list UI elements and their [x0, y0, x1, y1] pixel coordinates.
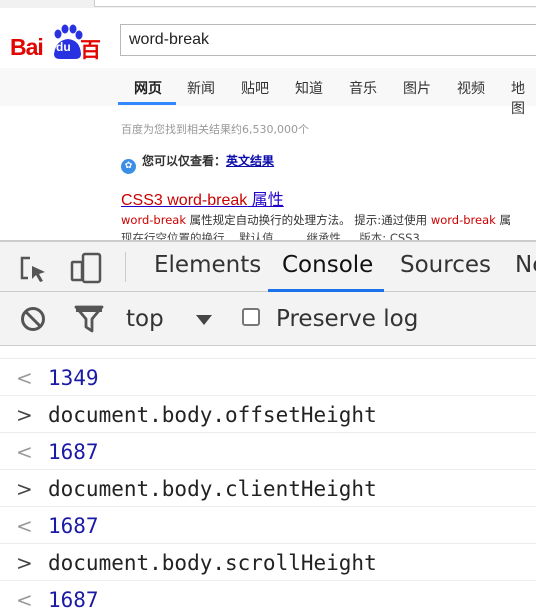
- filter-icon[interactable]: [74, 305, 104, 333]
- tab-tieba[interactable]: 贴吧: [241, 78, 269, 98]
- prompt-arrow-icon: >: [16, 477, 33, 501]
- logo-bai-text: Bai: [10, 34, 44, 60]
- console-input-row: > document.body.clientHeight: [0, 470, 536, 507]
- clear-console-icon[interactable]: [20, 306, 46, 332]
- tab-video[interactable]: 视频: [457, 78, 485, 98]
- console-result-row: < 1687: [0, 433, 536, 470]
- clipped-previous-line: [0, 346, 536, 359]
- result-value: 1687: [48, 440, 99, 464]
- console-input-row: > document.body.offsetHeight: [0, 396, 536, 433]
- console-output: < 1349 > document.body.offsetHeight < 16…: [0, 346, 536, 616]
- console-result-row: < 1687: [0, 507, 536, 544]
- desc-keyword: word-break: [121, 213, 186, 227]
- paw-info-icon: ✿: [121, 159, 136, 174]
- tab-console[interactable]: Console: [282, 252, 373, 278]
- result-title-rest: 属性: [247, 192, 284, 209]
- result-description-line2: 现在行空位置的换行... 默认值 ... ... 继承性 ... 版本: CSS…: [121, 231, 435, 240]
- dropdown-triangle-icon[interactable]: [195, 314, 213, 326]
- browser-top-strip: [0, 0, 536, 8]
- search-input[interactable]: word-break: [120, 24, 536, 56]
- desc-end: 属: [495, 213, 511, 227]
- tab-network[interactable]: Ne: [515, 252, 536, 278]
- result-value: 1349: [48, 366, 99, 390]
- device-toolbar-icon[interactable]: [70, 252, 104, 284]
- tab-separator: [125, 252, 126, 282]
- tab-news[interactable]: 新闻: [187, 78, 215, 98]
- baidu-search-page: Bai du 百度 word-break 网页 新闻 贴吧 知道 音乐 图片 视…: [0, 8, 536, 240]
- desc-text: 属性规定自动换行的处理方法。 提示:通过使用: [185, 213, 431, 227]
- devtools-panel: Elements Console Sources Ne top Preserve…: [0, 240, 536, 616]
- tab-zhidao[interactable]: 知道: [295, 78, 323, 98]
- baidu-logo[interactable]: Bai du 百度: [8, 22, 114, 92]
- console-result-row: < 1687: [0, 581, 536, 616]
- result-description: word-break 属性规定自动换行的处理方法。 提示:通过使用 word-b…: [121, 212, 536, 228]
- tab-sources[interactable]: Sources: [400, 252, 491, 278]
- preserve-log-checkbox[interactable]: [242, 308, 260, 326]
- result-value: 1687: [48, 588, 99, 612]
- prompt-arrow-icon: >: [16, 403, 33, 427]
- console-result-row: < 1349: [0, 359, 536, 396]
- console-input-row: > document.body.scrollHeight: [0, 544, 536, 581]
- suggest-label: 您可以仅查看：: [142, 154, 227, 168]
- tab-map[interactable]: 地图: [511, 78, 536, 118]
- context-selector[interactable]: top: [126, 306, 164, 332]
- result-arrow-icon: <: [16, 514, 33, 538]
- result-title-link[interactable]: CSS3 word-break 属性: [121, 186, 284, 210]
- tab-elements[interactable]: Elements: [154, 252, 261, 278]
- english-results-link[interactable]: 英文结果: [226, 154, 274, 168]
- command-text: document.body.scrollHeight: [48, 551, 377, 575]
- tab-webpage[interactable]: 网页: [134, 78, 162, 98]
- tab-images[interactable]: 图片: [403, 78, 431, 98]
- preserve-log-label: Preserve log: [276, 306, 419, 332]
- result-arrow-icon: <: [16, 440, 33, 464]
- result-value: 1687: [48, 514, 99, 538]
- command-text: document.body.offsetHeight: [48, 403, 377, 427]
- result-count: 百度为您找到相关结果约6,530,000个: [121, 123, 309, 136]
- tab-music[interactable]: 音乐: [349, 78, 377, 98]
- active-tab-indicator: [118, 102, 176, 105]
- suggestion-row: ✿ 您可以仅查看：英文结果: [121, 152, 274, 174]
- devtools-tab-bar: Elements Console Sources Ne: [0, 242, 536, 292]
- prompt-arrow-icon: >: [16, 551, 33, 575]
- result-arrow-icon: <: [16, 588, 33, 612]
- logo-du-text: du: [56, 40, 71, 54]
- address-bar-edge: [94, 0, 536, 7]
- command-text: document.body.clientHeight: [48, 477, 377, 501]
- console-toolbar: top Preserve log: [0, 292, 536, 346]
- desc-keyword-2: word-break: [430, 213, 496, 227]
- inspect-element-icon[interactable]: [18, 254, 48, 284]
- result-title-keyword: CSS3 word-break: [121, 192, 248, 209]
- result-arrow-icon: <: [16, 366, 33, 390]
